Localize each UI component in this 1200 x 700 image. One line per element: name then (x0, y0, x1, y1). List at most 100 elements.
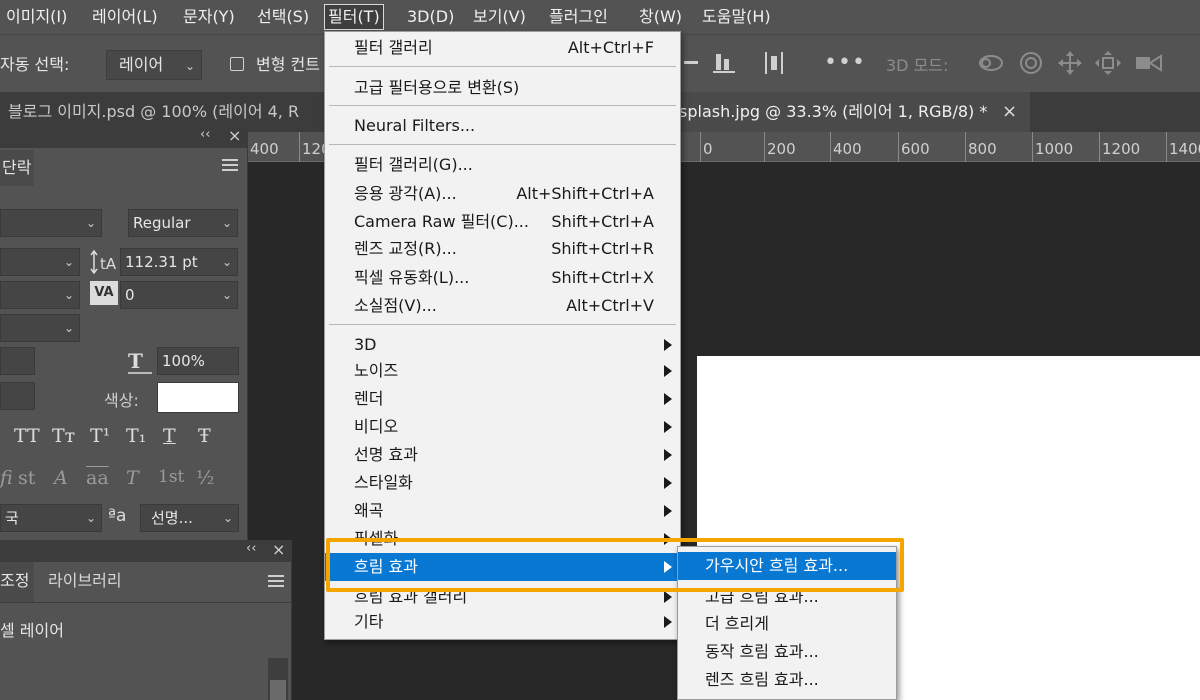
font-style-dropdown[interactable]: Regular ⌄ (128, 209, 238, 237)
ordinals-button[interactable]: 1st (158, 467, 184, 487)
ruler-tick-label: 200 (764, 132, 796, 162)
menu-view[interactable]: 보기(V) (470, 4, 529, 30)
tracking-field[interactable]: 0 ⌄ (120, 281, 238, 309)
vertical-scale-field[interactable]: 100% (157, 347, 239, 375)
3d-slide-icon[interactable] (1094, 50, 1122, 76)
baseline-shift-field[interactable] (0, 382, 35, 410)
menu-type[interactable]: 문자(Y) (180, 4, 238, 30)
more-options-icon[interactable]: ••• (824, 50, 865, 76)
menu-item-neural-filters[interactable]: Neural Filters... (325, 113, 680, 139)
submenu-item-blur-more[interactable]: 더 흐리게 (678, 610, 896, 638)
menu-item-video[interactable]: 비디오 (325, 414, 680, 440)
layer-list-item[interactable]: 셀 레이어 (0, 617, 64, 641)
menu-item-filter-gallery[interactable]: 필터 갤러리(G)... (325, 152, 680, 178)
3d-pan-icon[interactable] (1056, 50, 1084, 76)
menu-item-noise[interactable]: 노이즈 (325, 358, 680, 384)
menu-help[interactable]: 도움말(H) (699, 4, 774, 30)
font-style-value: Regular (133, 214, 191, 232)
menu-item-label: 스타일화 (354, 473, 413, 492)
menu-item-convert-smart-filters[interactable]: 고급 필터용으로 변환(S) (325, 75, 680, 101)
svg-text:tA: tA (100, 255, 116, 273)
kerning-dropdown[interactable]: ⌄ (0, 281, 80, 309)
align-bottom-icon[interactable] (712, 50, 736, 76)
baseline-dropdown[interactable]: ⌄ (0, 314, 80, 342)
document-tab-splash[interactable]: splash.jpg @ 33.3% (레이어 1, RGB/8) * × (670, 92, 1030, 132)
menu-item-shortcut: Shift+Ctrl+X (551, 268, 654, 287)
horizontal-scale-field[interactable] (0, 347, 35, 375)
panel-menu-icon[interactable] (222, 158, 238, 176)
3d-orbit-icon[interactable] (976, 50, 1006, 76)
superscript-button[interactable]: T¹ (90, 425, 110, 447)
menu-3d[interactable]: 3D(D) (404, 4, 457, 30)
chevron-down-icon: ⌄ (221, 216, 232, 230)
panel-title-strip: ‹‹ × (0, 126, 247, 148)
menu-item-3d[interactable]: 3D (325, 332, 680, 358)
menu-select[interactable]: 선택(S) (254, 4, 312, 30)
distribute-icon[interactable] (684, 50, 698, 76)
menu-separator (329, 144, 676, 145)
submenu-item-lens-blur[interactable]: 렌즈 흐림 효과... (678, 666, 896, 694)
antialias-dropdown[interactable]: 선명... ⌄ (140, 504, 239, 532)
stylistic-alternates-button[interactable]: aa (86, 467, 109, 489)
menu-filter[interactable]: 필터(T) (324, 4, 384, 30)
menu-item-label: Camera Raw 필터(C)... (354, 212, 529, 231)
menu-item-camera-raw[interactable]: Camera Raw 필터(C)... Shift+Ctrl+A (325, 209, 680, 235)
faux-bold-button[interactable]: TT (14, 425, 40, 447)
auto-select-dropdown[interactable]: 레이어 ⌄ (106, 50, 202, 80)
text-color-swatch[interactable] (157, 382, 239, 413)
menu-item-blur-gallery[interactable]: 흐림 효과 갤러리 (325, 584, 680, 610)
menu-item-pixelate[interactable]: 픽셀화 (325, 526, 680, 552)
distribute-horizontal-icon[interactable] (762, 50, 786, 76)
all-caps-button[interactable]: Tт (52, 425, 75, 447)
character-panel: ‹‹ × 단락 ⌄ Regular ⌄ ⌄ tA 112.31 pt ⌄ ⌄ V… (0, 126, 248, 540)
menu-image[interactable]: 이미지(I) (3, 4, 70, 30)
menu-item-filter-gallery-last[interactable]: 필터 갤러리 Alt+Ctrl+F (325, 35, 680, 61)
3d-roll-icon[interactable] (1018, 50, 1044, 76)
menu-item-shortcut: Shift+Ctrl+R (551, 239, 654, 258)
close-tab-icon[interactable]: × (1002, 92, 1017, 132)
menu-item-sharpen[interactable]: 선명 효과 (325, 442, 680, 468)
strikethrough-button[interactable]: Ŧ (198, 425, 211, 447)
menu-window[interactable]: 창(W) (636, 4, 685, 30)
ruler-tick-label: 800 (965, 132, 997, 162)
leading-field[interactable]: 112.31 pt ⌄ (120, 248, 238, 276)
subscript-button[interactable]: T₁ (126, 425, 146, 447)
submenu-item-motion-blur[interactable]: 동작 흐림 효과... (678, 638, 896, 666)
submenu-item-smart-blur[interactable]: 고급 흐림 효과... (678, 583, 896, 611)
font-family-dropdown[interactable]: ⌄ (0, 209, 102, 237)
menu-item-distort[interactable]: 왜곡 (325, 498, 680, 524)
3d-scale-icon[interactable] (1134, 50, 1164, 76)
close-panel-icon[interactable]: × (272, 540, 285, 559)
discretionary-ligature-button[interactable]: st (18, 467, 35, 489)
menu-item-lens-correction[interactable]: 렌즈 교정(R)... Shift+Ctrl+R (325, 236, 680, 262)
ruler-tick-label: 0 (700, 132, 713, 162)
underline-button[interactable]: T (163, 425, 176, 447)
tab-adjustments[interactable]: 조정 (0, 562, 34, 602)
document-tab-title: splash.jpg @ 33.3% (레이어 1, RGB/8) * (679, 102, 988, 121)
menu-item-adaptive-wide-angle[interactable]: 응용 광각(A)... Alt+Shift+Ctrl+A (325, 181, 680, 207)
panel-menu-icon[interactable] (268, 574, 284, 592)
color-label: 색상: (104, 391, 139, 410)
titling-alternates-button[interactable]: T (126, 467, 139, 489)
close-panel-icon[interactable]: × (228, 126, 241, 145)
menu-item-other[interactable]: 기타 (325, 609, 680, 635)
tab-paragraph[interactable]: 단락 (0, 150, 34, 186)
collapse-panel-icon[interactable]: ‹‹ (246, 541, 256, 556)
menu-item-blur[interactable]: 흐림 효과 (325, 553, 680, 581)
ligature-button[interactable]: fi (0, 467, 13, 489)
menu-layer[interactable]: 레이어(L) (89, 4, 161, 30)
language-dropdown[interactable]: 국 ⌄ (0, 504, 102, 532)
menu-item-liquify[interactable]: 픽셀 유동화(L)... Shift+Ctrl+X (325, 265, 680, 291)
fractions-button[interactable]: ½ (196, 467, 214, 489)
tab-libraries[interactable]: 라이브러리 (48, 562, 122, 602)
panel-scrollbar[interactable] (268, 658, 288, 700)
collapse-panel-icon[interactable]: ‹‹ (200, 127, 210, 142)
menu-item-stylize[interactable]: 스타일화 (325, 470, 680, 496)
menu-item-render[interactable]: 렌더 (325, 386, 680, 412)
transform-controls-checkbox[interactable] (230, 57, 244, 71)
font-size-dropdown[interactable]: ⌄ (0, 248, 80, 276)
swash-button[interactable]: A (54, 467, 68, 489)
submenu-item-gaussian-blur[interactable]: 가우시안 흐림 효과... (678, 552, 896, 580)
menu-plugins[interactable]: 플러그인 (546, 4, 611, 30)
menu-item-vanishing-point[interactable]: 소실점(V)... Alt+Ctrl+V (325, 293, 680, 319)
